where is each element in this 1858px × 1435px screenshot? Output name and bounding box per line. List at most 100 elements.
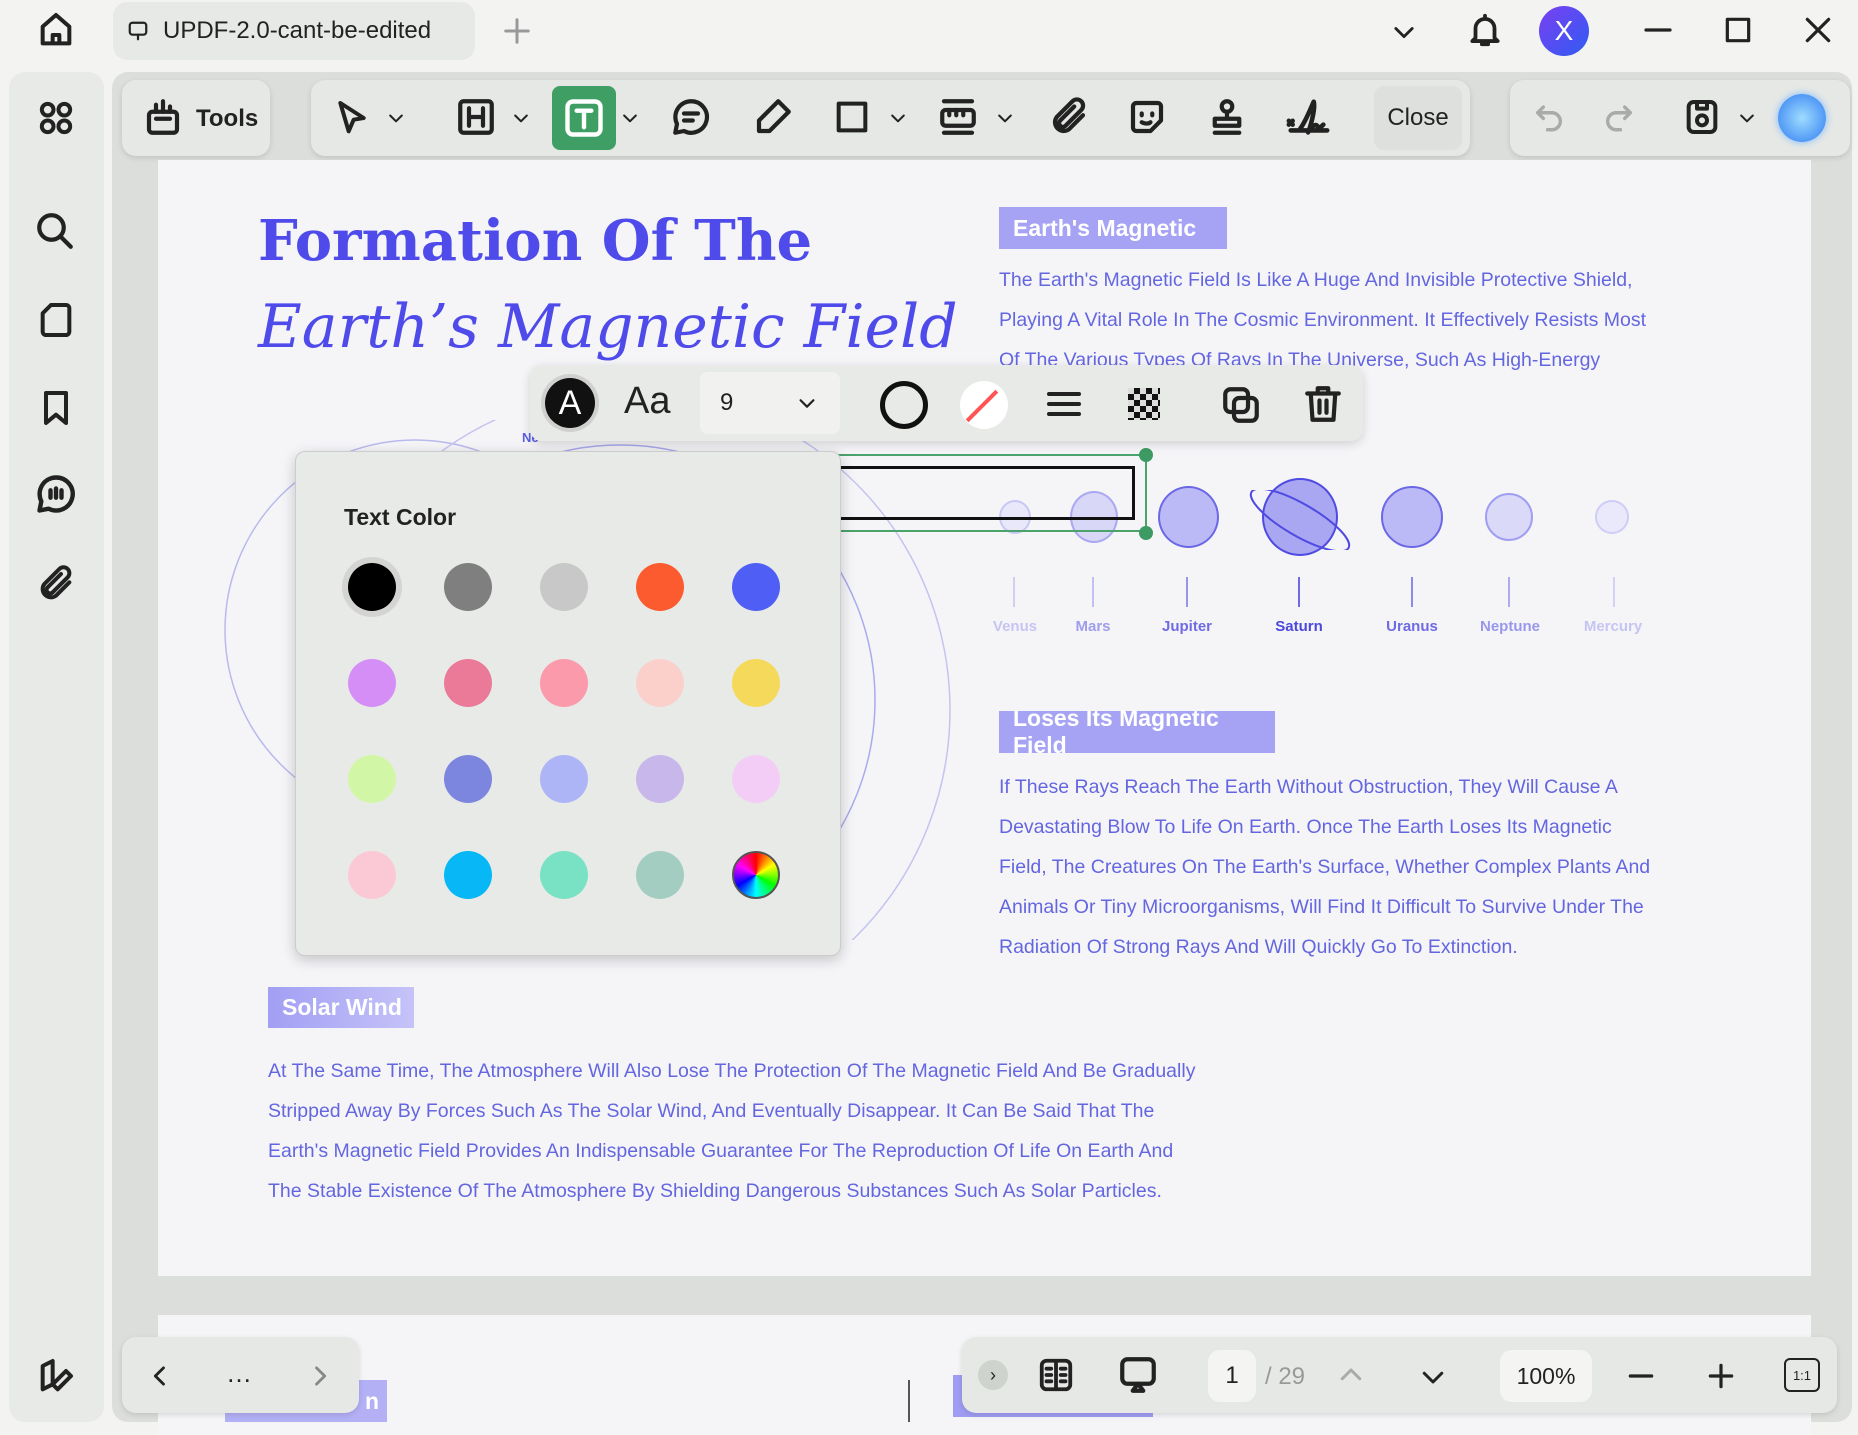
zoom-in-icon[interactable]: [1705, 1360, 1737, 1392]
font-style-button[interactable]: Aa: [624, 380, 670, 423]
search-icon[interactable]: [34, 210, 76, 252]
rectangle-icon[interactable]: [832, 96, 872, 138]
color-swatch[interactable]: [732, 755, 780, 803]
save-icon[interactable]: [1682, 96, 1722, 138]
signature-icon[interactable]: [1282, 94, 1334, 140]
zoom-level[interactable]: 100%: [1500, 1350, 1592, 1402]
new-tab-plus-icon[interactable]: [502, 16, 532, 46]
close-toolbar-button[interactable]: Close: [1374, 86, 1462, 150]
loses-field-paragraph: If These Rays Reach The Earth Without Ob…: [999, 767, 1650, 967]
comment-note-icon[interactable]: [670, 96, 712, 138]
tools-label[interactable]: Tools: [196, 105, 258, 133]
chevron-down-icon[interactable]: [511, 108, 531, 128]
previous-icon[interactable]: [146, 1362, 174, 1390]
color-swatch[interactable]: [540, 755, 588, 803]
thumbnails-icon[interactable]: [36, 98, 76, 138]
next-icon[interactable]: [306, 1362, 334, 1390]
presentation-icon[interactable]: [1116, 1354, 1160, 1396]
page-up-icon[interactable]: [1336, 1360, 1366, 1390]
color-swatch[interactable]: [540, 659, 588, 707]
text-line: Earth's Magnetic Field Provides An Indis…: [268, 1140, 1174, 1162]
measure-icon[interactable]: [936, 96, 980, 138]
close-window-icon[interactable]: [1802, 14, 1834, 46]
color-swatch[interactable]: [636, 563, 684, 611]
more-button[interactable]: …: [226, 1358, 252, 1389]
color-swatch[interactable]: [540, 851, 588, 899]
planet-uranus: [1381, 486, 1443, 548]
duplicate-icon[interactable]: [1220, 384, 1262, 426]
planet-jupiter: [1158, 486, 1219, 548]
color-swatch[interactable]: [348, 563, 396, 611]
color-swatch[interactable]: [636, 851, 684, 899]
comments-icon[interactable]: [34, 472, 78, 516]
actual-size-button[interactable]: 1:1: [1784, 1358, 1820, 1392]
delete-icon[interactable]: [1302, 382, 1344, 426]
color-swatch[interactable]: [636, 659, 684, 707]
chevron-down-icon[interactable]: [1737, 108, 1757, 128]
planet-line: [1613, 577, 1615, 607]
bookmark-icon[interactable]: [36, 388, 76, 428]
attachment-icon[interactable]: [36, 564, 76, 604]
minimize-icon[interactable]: [1642, 14, 1674, 46]
resize-handle[interactable]: [1139, 448, 1153, 462]
sticker-icon[interactable]: [1126, 96, 1168, 138]
maximize-icon[interactable]: [1722, 14, 1754, 46]
text-box[interactable]: [835, 466, 1135, 520]
document-tab[interactable]: UPDF-2.0-cant-be-edited: [113, 2, 475, 60]
tools-icon: [142, 96, 184, 138]
undo-icon[interactable]: [1532, 100, 1566, 134]
highlight-icon[interactable]: [455, 96, 497, 138]
color-swatch[interactable]: [636, 755, 684, 803]
color-swatch[interactable]: [348, 755, 396, 803]
bell-icon[interactable]: [1466, 10, 1504, 50]
two-page-view-icon[interactable]: [1036, 1356, 1076, 1394]
opacity-icon[interactable]: [1128, 388, 1160, 420]
avatar[interactable]: X: [1539, 6, 1589, 56]
text-line: Devastating Blow To Life On Earth. Once …: [999, 816, 1612, 838]
text-line: Field, The Creatures On The Earth's Surf…: [999, 856, 1651, 878]
redo-icon[interactable]: [1602, 100, 1636, 134]
text-line: Stripped Away By Forces Such As The Sola…: [268, 1100, 1155, 1122]
chevron-down-icon[interactable]: [386, 108, 406, 128]
zoom-out-icon[interactable]: [1625, 1360, 1657, 1392]
planet-label: Neptune: [1480, 618, 1540, 635]
color-swatch[interactable]: [444, 563, 492, 611]
popup-title: Text Color: [344, 504, 457, 530]
chevron-down-icon[interactable]: [995, 108, 1015, 128]
pencil-icon[interactable]: [752, 96, 794, 138]
color-swatch[interactable]: [444, 659, 492, 707]
color-swatch[interactable]: [732, 659, 780, 707]
fill-none-button[interactable]: [960, 381, 1008, 429]
text-line: Radiation Of Strong Rays And Will Quickl…: [999, 936, 1518, 958]
layers-icon[interactable]: [36, 1356, 76, 1396]
planet-neptune: [1485, 493, 1533, 541]
color-swatch[interactable]: [348, 659, 396, 707]
chevron-down-icon[interactable]: [888, 108, 908, 128]
paperclip-icon[interactable]: [1048, 96, 1090, 138]
color-swatch[interactable]: [444, 851, 492, 899]
divider: [908, 1380, 910, 1422]
text-line: At The Same Time, The Atmosphere Will Al…: [268, 1060, 1196, 1082]
text-line: The Earth's Magnetic Field Is Like A Hug…: [999, 269, 1633, 291]
ai-assistant-icon[interactable]: [1778, 94, 1826, 142]
select-arrow-icon[interactable]: [332, 98, 372, 138]
page-icon[interactable]: [36, 300, 76, 340]
chevron-down-icon[interactable]: [620, 108, 640, 128]
color-swatch[interactable]: [348, 851, 396, 899]
expand-button[interactable]: ›: [978, 1360, 1008, 1390]
font-size-select[interactable]: 9: [700, 372, 840, 434]
color-swatch[interactable]: [444, 755, 492, 803]
chevron-down-icon[interactable]: [1390, 18, 1418, 46]
page-number-input[interactable]: 1: [1208, 1350, 1256, 1402]
font-color-button[interactable]: A: [545, 378, 595, 428]
home-icon[interactable]: [36, 10, 76, 50]
loses-magnetic-field-badge: Loses Its Magnetic Field: [999, 705, 1275, 758]
border-color-button[interactable]: [880, 381, 928, 429]
custom-color-swatch[interactable]: [732, 851, 780, 899]
page-down-icon[interactable]: [1418, 1362, 1448, 1392]
resize-handle[interactable]: [1139, 526, 1153, 540]
color-swatch[interactable]: [540, 563, 588, 611]
line-weight-icon[interactable]: [1044, 384, 1084, 424]
stamp-icon[interactable]: [1206, 96, 1248, 138]
color-swatch[interactable]: [732, 563, 780, 611]
